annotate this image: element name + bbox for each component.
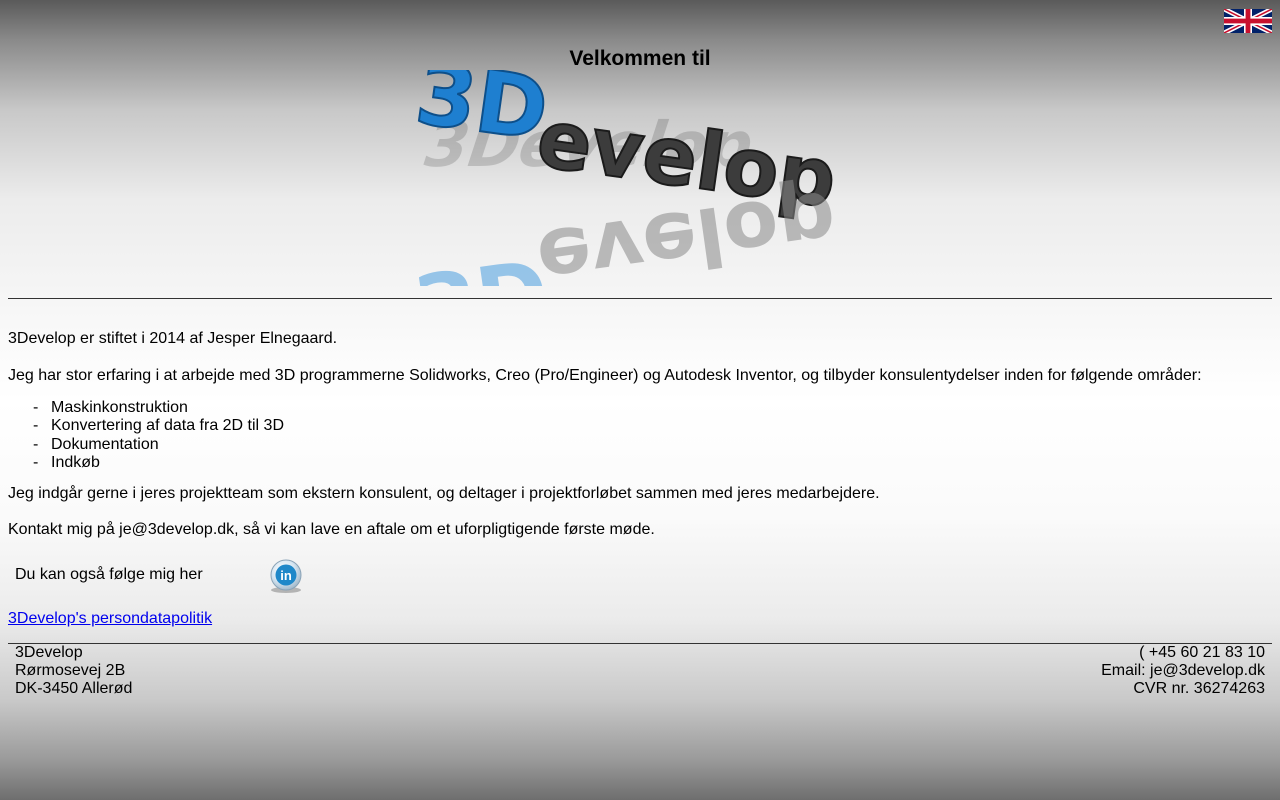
footer-phone: ( +45 60 21 83 10 [1139, 644, 1265, 661]
intro-founded: 3Develop er stiftet i 2014 af Jesper Eln… [8, 330, 338, 347]
footer-address: 3Develop Rørmosevej 2B DK-3450 Allerød [15, 644, 132, 698]
footer-street: Rørmosevej 2B [15, 662, 126, 679]
footer-cvr: CVR nr. 36274263 [1133, 680, 1265, 697]
bullet-dash: - [33, 435, 39, 453]
list-item: - Konvertering af data fra 2D til 3D [33, 417, 284, 435]
intro-team: Jeg indgår gerne i jeres projektteam som… [8, 485, 880, 502]
bullet-dash: - [33, 399, 39, 416]
service-label: Maskinkonstruktion [51, 399, 188, 416]
footer-city: DK-3450 Allerød [15, 680, 133, 697]
intro-contact: Kontakt mig på je@3develop.dk, så vi kan… [8, 521, 655, 538]
services-list: - Maskinkonstruktion - Konvertering af dat… [33, 399, 284, 472]
footer-divider [8, 643, 1272, 644]
privacy-policy-link[interactable]: 3Develop's persondatapolitik [8, 610, 212, 628]
service-label: Dokumentation [51, 435, 159, 453]
header-divider [8, 298, 1272, 299]
bullet-dash: - [33, 417, 39, 435]
3develop-logo: 3Develop 3D evelop 3D evelop [410, 70, 843, 286]
service-label: Indkøb [51, 453, 100, 471]
bullet-dash: - [33, 453, 39, 471]
service-label: Konvertering af data fra 2D til 3D [51, 417, 285, 435]
follow-text: Du kan også følge mig her [15, 566, 203, 583]
list-item: - Indkøb [33, 454, 284, 472]
list-item: - Maskinkonstruktion [33, 399, 284, 417]
footer-contact: ( +45 60 21 83 10 Email: je@3develop.dk … [1101, 644, 1265, 698]
linkedin-icon[interactable]: in [266, 556, 306, 596]
footer-email: Email: je@3develop.dk [1101, 662, 1265, 679]
svg-text:3D: 3D [410, 237, 554, 286]
intro-experience: Jeg har stor erfaring i at arbejde med 3… [8, 367, 1202, 384]
uk-flag-icon[interactable] [1224, 7, 1272, 35]
welcome-heading: Velkommen til [569, 47, 711, 70]
linkedin-label: in [280, 568, 292, 583]
list-item: - Dokumentation [33, 436, 284, 454]
footer-company: 3Develop [15, 644, 83, 661]
